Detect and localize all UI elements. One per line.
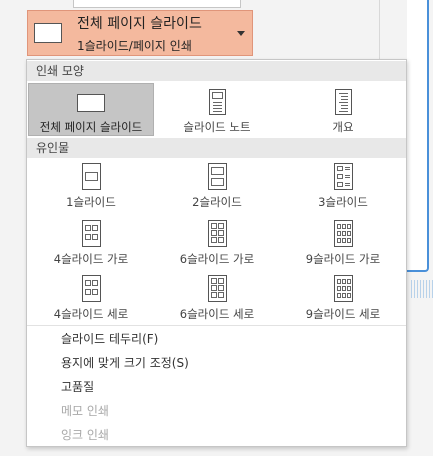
handout-4-slides-horizontal[interactable]: 4슬라이드 가로 <box>28 220 154 270</box>
handout-label: 4슬라이드 세로 <box>53 307 129 321</box>
handout-2-slides[interactable]: 2슬라이드 <box>154 163 280 213</box>
outline-page-icon <box>334 89 352 115</box>
handout-label: 6슬라이드 가로 <box>179 252 255 266</box>
handout-9-vertical-icon <box>333 275 353 302</box>
handout-1-slide[interactable]: 1슬라이드 <box>28 163 154 213</box>
handout-4-vertical-icon <box>81 275 101 302</box>
option-print-ink: 잉크 인쇄 <box>61 428 109 442</box>
handout-2-slides-icon <box>207 163 227 190</box>
full-page-slide-icon <box>77 94 105 112</box>
full-page-slide-thumbnail-icon <box>34 23 62 43</box>
handout-label: 9슬라이드 세로 <box>305 307 381 321</box>
layout-option-notes[interactable]: 슬라이드 노트 <box>154 83 280 136</box>
layout-option-full-page[interactable]: 전체 페이지 슬라이드 <box>28 83 154 136</box>
option-slide-border[interactable]: 슬라이드 테두리(F) <box>61 330 158 347</box>
background-input-box <box>73 0 241 8</box>
handout-3-slides-icon <box>333 163 353 190</box>
menu-divider <box>27 325 406 326</box>
handout-label: 2슬라이드 <box>192 195 242 209</box>
handout-3-slides[interactable]: 3슬라이드 <box>280 163 406 213</box>
background-separator <box>379 0 380 60</box>
option-fit-to-paper[interactable]: 용지에 맞게 크기 조정(S) <box>61 354 189 371</box>
handout-4-horizontal-icon <box>81 220 101 247</box>
print-layout-menu: 인쇄 모양 전체 페이지 슬라이드 슬라이드 노트 개요 유인물 1슬라이드 2… <box>26 59 407 447</box>
layout-option-label: 개요 <box>332 120 354 134</box>
handout-label: 4슬라이드 가로 <box>53 252 129 266</box>
handout-1-slide-icon <box>81 163 101 190</box>
handout-6-slides-vertical[interactable]: 6슬라이드 세로 <box>154 275 280 325</box>
layout-option-outline[interactable]: 개요 <box>280 83 406 136</box>
layout-button-title: 전체 페이지 슬라이드 <box>77 15 202 32</box>
handout-6-vertical-icon <box>207 275 227 302</box>
handout-9-horizontal-icon <box>333 220 353 247</box>
print-layout-section-header: 인쇄 모양 <box>27 61 406 81</box>
handout-9-slides-vertical[interactable]: 9슬라이드 세로 <box>280 275 406 325</box>
handout-9-slides-horizontal[interactable]: 9슬라이드 가로 <box>280 220 406 270</box>
handout-label: 3슬라이드 <box>318 195 368 209</box>
handout-label: 9슬라이드 가로 <box>305 252 381 266</box>
chevron-down-icon <box>237 30 245 36</box>
slide-preview <box>407 0 429 272</box>
handouts-section-header: 유인물 <box>27 138 406 158</box>
handout-6-horizontal-icon <box>207 220 227 247</box>
print-layout-dropdown-button[interactable]: 전체 페이지 슬라이드 1슬라이드/페이지 인쇄 <box>27 10 253 56</box>
layout-option-label: 전체 페이지 슬라이드 <box>39 120 143 134</box>
handout-label: 6슬라이드 세로 <box>179 307 255 321</box>
option-print-comments: 메모 인쇄 <box>61 404 109 418</box>
handout-label: 1슬라이드 <box>66 195 116 209</box>
layout-option-label: 슬라이드 노트 <box>183 120 251 134</box>
notes-page-icon <box>208 89 226 115</box>
preview-scroll-edge <box>411 280 433 298</box>
layout-button-subtitle: 1슬라이드/페이지 인쇄 <box>77 38 192 53</box>
handout-4-slides-vertical[interactable]: 4슬라이드 세로 <box>28 275 154 325</box>
handout-6-slides-horizontal[interactable]: 6슬라이드 가로 <box>154 220 280 270</box>
option-high-quality[interactable]: 고품질 <box>61 378 94 395</box>
